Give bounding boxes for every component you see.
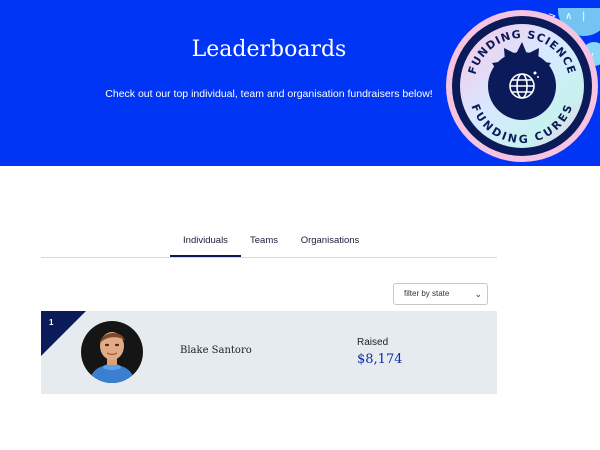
leaderboard-tabs: Individuals Teams Organisations [41,230,497,258]
raised-label: Raised [357,337,389,348]
state-filter-select[interactable]: filter by state ⌄ [393,283,488,305]
rank-number: 1 [49,318,54,327]
tab-teams[interactable]: Teams [245,230,283,256]
svg-text:∧: ∧ [565,11,572,22]
raised-amount: $8,174 [357,352,403,367]
svg-text:|: | [582,11,585,22]
hero-banner: Leaderboards Check out our top individua… [0,0,600,166]
tab-individuals[interactable]: Individuals [170,230,241,257]
fundraiser-name[interactable]: Blake Santoro [180,345,252,356]
state-filter-value: filter by state [404,289,450,298]
leaderboard-row[interactable]: 1 Blake Santoro Raised $8,174 [41,311,497,394]
tab-organisations[interactable]: Organisations [297,230,363,256]
avatar [81,321,143,383]
chevron-down-icon: ⌄ [474,289,482,299]
rank-flag [41,311,86,356]
funding-science-badge: > ∧ | ∨ FUNDING SCIENCE FUNDING CURES [446,8,600,162]
